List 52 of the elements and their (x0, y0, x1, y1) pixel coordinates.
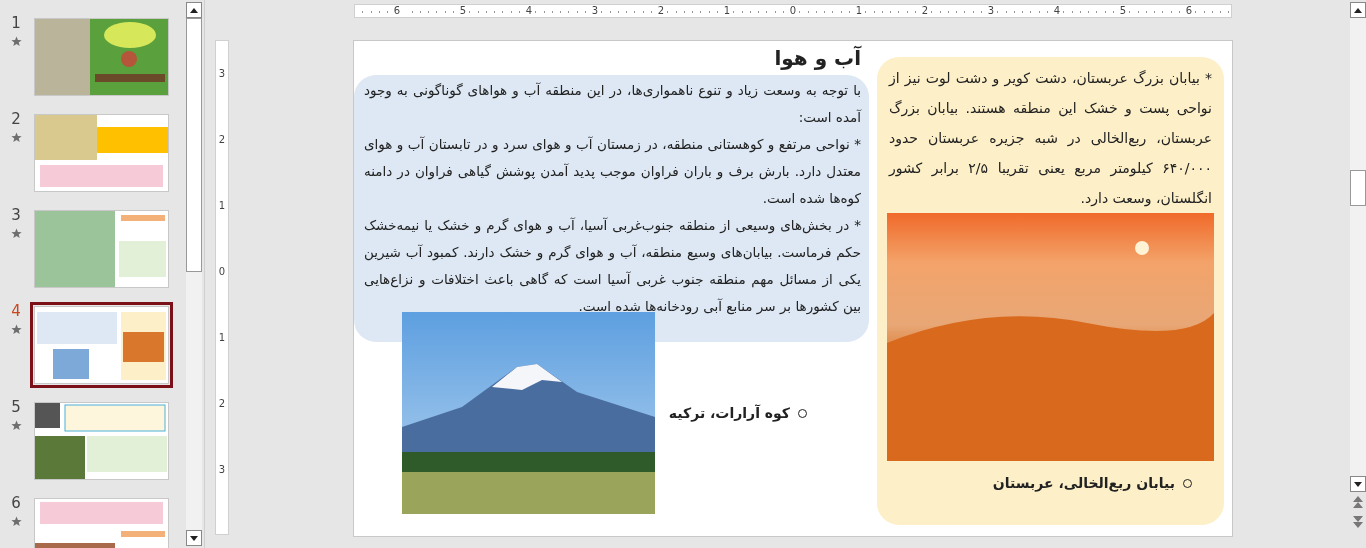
ruler-label: 0 (216, 266, 228, 278)
image-caption: کوه آرارات، ترکیه (668, 405, 790, 421)
ruler-label: 5 (1117, 5, 1129, 17)
ruler-label: 1 (853, 5, 865, 17)
slide-number: 1 (11, 14, 21, 32)
ruler-label: 0 (787, 5, 799, 17)
ruler-label: 6 (1183, 5, 1195, 17)
scrollbar-thumb[interactable] (186, 18, 202, 272)
slide-number: 5 (11, 398, 21, 416)
ruler-label: 3 (985, 5, 997, 17)
down-arrow-icon (1354, 481, 1362, 487)
ruler-label: 4 (1051, 5, 1063, 17)
scrollbar-thumb[interactable] (1350, 170, 1366, 206)
ruler-label: 2 (216, 398, 228, 410)
star-icon (10, 420, 22, 431)
paragraph: با توجه به وسعت زیاد و تنوع ناهمواری‌ها، در این منطقه آب و هواهای گوناگونی به وجود آمده است: (364, 81, 861, 127)
ruler-label: 3 (216, 464, 228, 476)
star-icon (10, 516, 22, 527)
slide-number: 6 (11, 494, 21, 512)
scroll-down-button[interactable] (1350, 476, 1366, 492)
ruler-label: 1 (216, 332, 228, 344)
ruler-label: 2 (216, 134, 228, 146)
scroll-down-button[interactable] (186, 530, 202, 546)
next-slide-icon[interactable] (1350, 514, 1366, 528)
ruler-label: 2 (919, 5, 931, 17)
ruler-label: 3 (216, 68, 228, 80)
star-icon (10, 132, 22, 143)
slide-title: آب و هوا (774, 45, 863, 72)
slide-number: 3 (11, 206, 21, 224)
ruler-label: 4 (523, 5, 535, 17)
scroll-up-button[interactable] (186, 2, 202, 18)
ruler-label: 6 (391, 5, 403, 17)
slide-number: 2 (11, 110, 21, 128)
down-arrow-icon (190, 535, 198, 541)
star-icon (10, 228, 22, 239)
ruler-label: 1 (216, 200, 228, 212)
slide-number: 4 (11, 302, 21, 320)
paragraph: * نواحی مرتفع و کوهستانی منطقه، در زمستان آب و هوای سرد و در تابستان آب و هوای معتدل دارد. بارش برف و باران فراوان موجب پدید آمدن پوشش گیاهی فراوان در دامنه کوه‌ها شده است. (364, 135, 861, 209)
up-arrow-icon (190, 7, 198, 13)
ruler-label: 3 (589, 5, 601, 17)
star-icon (10, 324, 22, 335)
star-icon (10, 36, 22, 47)
image-caption: بیابان ربع‌الخالی، عربستان (992, 475, 1175, 491)
up-arrow-icon (1354, 7, 1362, 13)
ruler-label: 2 (655, 5, 667, 17)
ruler-label: 1 (721, 5, 733, 17)
paragraph: * بیابان بزرگ عربستان، دشت کویر و دشت لوت نیز از نواحی پست و خشک این منطقه هستند. بیابان بزرگ عربستان، ربع‌الخالی در شبه جزیره عربستان حدود ۶۴۰/۰۰۰ کیلومتر مربع یعنی تقریبا ۲/۵ برابر کشور انگلستان، وسعت دارد. (887, 69, 1213, 209)
previous-slide-icon[interactable] (1350, 496, 1366, 510)
scroll-up-button[interactable] (1350, 2, 1366, 18)
paragraph: * در بخش‌های وسیعی از منطقه جنوب‌غربی آسیا، آب و هوای گرم و خشک یا نیمه‌خشک حکم فرماست. بیابان‌های وسیع منطقه، آب و هوای گرم و خشک دارند. کمبود آب شیرین یکی از مسائل مهم منطقه جنوب غربی آسیا است که گاهی باعث اختلافات و نزاع‌هایی بین کشورها بر سر منابع آبی رودخانه‌ها شده است. (364, 216, 861, 317)
slide-thumbnail[interactable] (30, 302, 173, 388)
ruler-label: 5 (457, 5, 469, 17)
